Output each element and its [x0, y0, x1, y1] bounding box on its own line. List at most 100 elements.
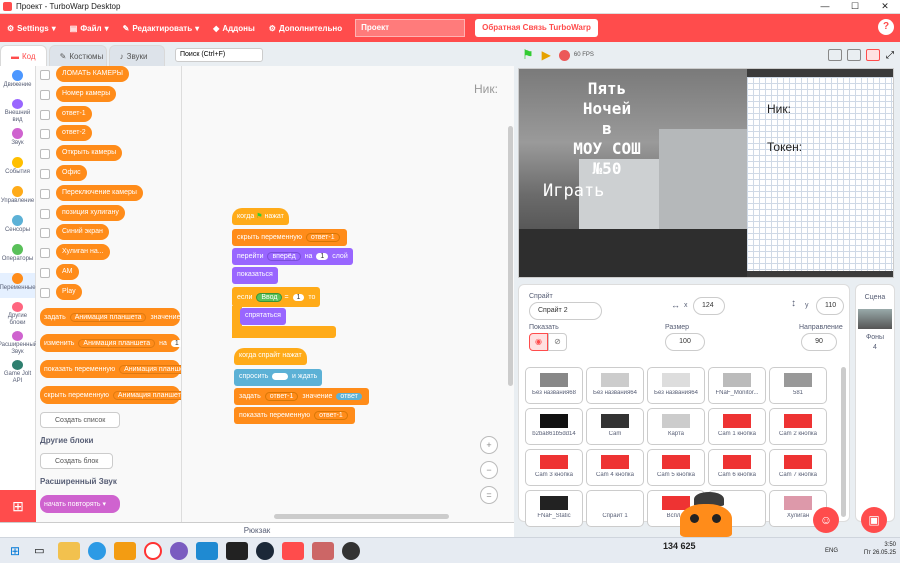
- menu-edit[interactable]: ✎ Редактировать ▾: [116, 14, 207, 42]
- palette-block[interactable]: скрыть переменную Анимация планшета: [40, 386, 181, 404]
- sprite-tile[interactable]: FNaF_Monitor...: [708, 367, 766, 404]
- menu-settings[interactable]: ⚙ Settings ▾: [0, 14, 63, 42]
- task-view-icon[interactable]: ▭: [34, 544, 44, 557]
- variable-block[interactable]: AM: [56, 264, 79, 280]
- tab-costumes[interactable]: ✎ Костюмы: [48, 45, 107, 67]
- variable-checkbox[interactable]: [40, 149, 50, 160]
- variable-block[interactable]: Хулиган на...: [56, 244, 110, 261]
- play-button[interactable]: Играть: [543, 181, 604, 201]
- variable-block[interactable]: ответ-2: [56, 125, 92, 142]
- sprite-tile[interactable]: Без названия68: [525, 367, 583, 404]
- sprite-tile[interactable]: Cam: [586, 408, 644, 445]
- search-input[interactable]: Поиск (Ctrl+F): [175, 48, 263, 62]
- category-item[interactable]: Управление: [0, 186, 35, 211]
- zoom-in-button[interactable]: +: [480, 436, 498, 454]
- windows-start-icon[interactable]: ⊞: [10, 544, 20, 558]
- maximize-button[interactable]: ☐: [840, 1, 870, 12]
- category-item[interactable]: Звук: [0, 128, 35, 153]
- category-item[interactable]: Game Jolt API: [0, 360, 35, 385]
- zoom-out-button[interactable]: −: [480, 461, 498, 479]
- category-item[interactable]: Внешний вид: [0, 99, 35, 124]
- feedback-button[interactable]: Обратная Связь TurboWarp: [475, 19, 598, 37]
- direction-input[interactable]: 90: [801, 333, 837, 351]
- variable-checkbox[interactable]: [40, 287, 50, 298]
- when-flag-hat[interactable]: когда ⚑ нажат: [232, 208, 289, 225]
- category-item[interactable]: Движение: [0, 70, 35, 95]
- sprite-tile[interactable]: Cam 6 кнопка: [708, 449, 766, 486]
- variable-checkbox[interactable]: [40, 89, 50, 100]
- explorer-icon[interactable]: [58, 541, 81, 560]
- size-input[interactable]: 100: [665, 333, 705, 351]
- vertical-scrollbar[interactable]: [508, 126, 513, 386]
- project-title-input[interactable]: Проект: [355, 19, 466, 37]
- horizontal-scrollbar[interactable]: [274, 514, 449, 519]
- sprite-tile[interactable]: Cam 7 кнопка: [769, 449, 827, 486]
- sprite-tile[interactable]: b2ba861b5dd14: [525, 408, 583, 445]
- clock-time[interactable]: 3:50: [864, 541, 896, 549]
- wide-stage-icon[interactable]: [866, 49, 880, 61]
- variable-checkbox[interactable]: [40, 228, 50, 239]
- sprite-tile[interactable]: Спрайт 1: [586, 490, 644, 527]
- add-backdrop-button[interactable]: ▣: [861, 507, 887, 533]
- stage-thumbnail[interactable]: [858, 309, 892, 329]
- clock-date[interactable]: Пт 26.05.25: [864, 549, 896, 557]
- ask-block[interactable]: спросить и ждать: [234, 369, 323, 386]
- stage-panel[interactable]: Сцена Фоны 4: [855, 284, 895, 522]
- stop-icon[interactable]: [558, 49, 570, 61]
- edge-icon[interactable]: [88, 541, 107, 560]
- category-item[interactable]: Переменные: [0, 273, 36, 298]
- category-item[interactable]: События: [0, 157, 35, 182]
- add-extension-button[interactable]: ⊞: [0, 490, 36, 522]
- fullscreen-icon[interactable]: ⤢: [886, 50, 894, 61]
- palette-block[interactable]: задать Анимация планшета значение: [40, 308, 180, 326]
- backpack[interactable]: Рюкзак: [0, 522, 514, 537]
- sprite-tile[interactable]: Cam 4 кнопка: [586, 449, 644, 486]
- zoom-reset-button[interactable]: =: [480, 486, 498, 504]
- if-block[interactable]: если Ввод = 1 то: [232, 287, 321, 307]
- variable-block[interactable]: Номер камеры: [56, 85, 117, 102]
- steam-icon[interactable]: [256, 541, 275, 560]
- category-item[interactable]: Сенсоры: [0, 215, 35, 240]
- sprite-tile[interactable]: Cam 5 кнопка: [647, 449, 705, 486]
- palette-block[interactable]: изменить Анимация планшета на 1: [40, 334, 181, 352]
- help-icon[interactable]: ?: [878, 19, 894, 35]
- sprite-tile[interactable]: Cam 1 кнопка: [708, 408, 766, 445]
- variable-block[interactable]: Открыть камеры: [56, 145, 123, 162]
- variable-checkbox[interactable]: [40, 129, 50, 140]
- media-player-icon[interactable]: [114, 541, 137, 560]
- pause-icon[interactable]: ▶: [542, 48, 551, 62]
- large-stage-icon[interactable]: [847, 49, 861, 61]
- sprite-tile[interactable]: Без названия64: [586, 367, 644, 404]
- category-item[interactable]: Операторы: [0, 244, 35, 269]
- make-list-button[interactable]: Создать список: [40, 412, 121, 428]
- sprite-list-scrollbar[interactable]: [841, 367, 846, 517]
- variable-block[interactable]: позиция хулигану: [56, 204, 125, 221]
- set-variable-block[interactable]: задать ответ-1 значение ответ: [234, 388, 369, 405]
- stage-canvas[interactable]: Пять Ночей в МОУ СОШ №50 Играть Ник: Ток…: [518, 68, 894, 278]
- green-flag-icon[interactable]: ⚑: [522, 47, 534, 63]
- turbowarp-icon[interactable]: [282, 541, 305, 560]
- palette-block[interactable]: начать повторять ▾: [40, 495, 120, 513]
- sprite-tile[interactable]: Cam 3 кнопка: [525, 449, 583, 486]
- variable-checkbox[interactable]: [40, 109, 50, 120]
- variable-block[interactable]: Синий экран: [56, 224, 109, 241]
- script-workspace[interactable]: Ник: когда ⚑ нажат скрыть переменную отв…: [182, 66, 514, 522]
- sprite-tile[interactable]: Cam 2 кнопка: [769, 408, 827, 445]
- close-button[interactable]: ✕: [870, 1, 900, 12]
- sprite-tile[interactable]: FNaF_Static: [525, 490, 583, 527]
- language-indicator[interactable]: ENG: [825, 547, 838, 555]
- variable-block[interactable]: Play: [56, 283, 82, 300]
- show-variable-block[interactable]: показать переменную ответ-1: [234, 407, 355, 424]
- variable-checkbox[interactable]: [40, 268, 50, 278]
- variable-checkbox[interactable]: [40, 208, 50, 219]
- variable-checkbox[interactable]: [40, 70, 50, 80]
- sprite-tile[interactable]: Без названия64: [647, 367, 705, 404]
- go-layer-block[interactable]: перейти вперёд на 1 слой: [232, 248, 353, 265]
- browser-icon[interactable]: [170, 541, 189, 560]
- paint-icon[interactable]: [312, 541, 335, 560]
- palette-block[interactable]: показать переменную Анимация планшета: [40, 360, 181, 378]
- hide-variable-block[interactable]: скрыть переменную ответ-1: [232, 229, 347, 246]
- sprite-name-input[interactable]: Спрайт 2: [529, 302, 602, 320]
- menu-advanced[interactable]: ⚙ Дополнительно: [262, 14, 349, 42]
- variable-block[interactable]: Офис: [56, 165, 87, 181]
